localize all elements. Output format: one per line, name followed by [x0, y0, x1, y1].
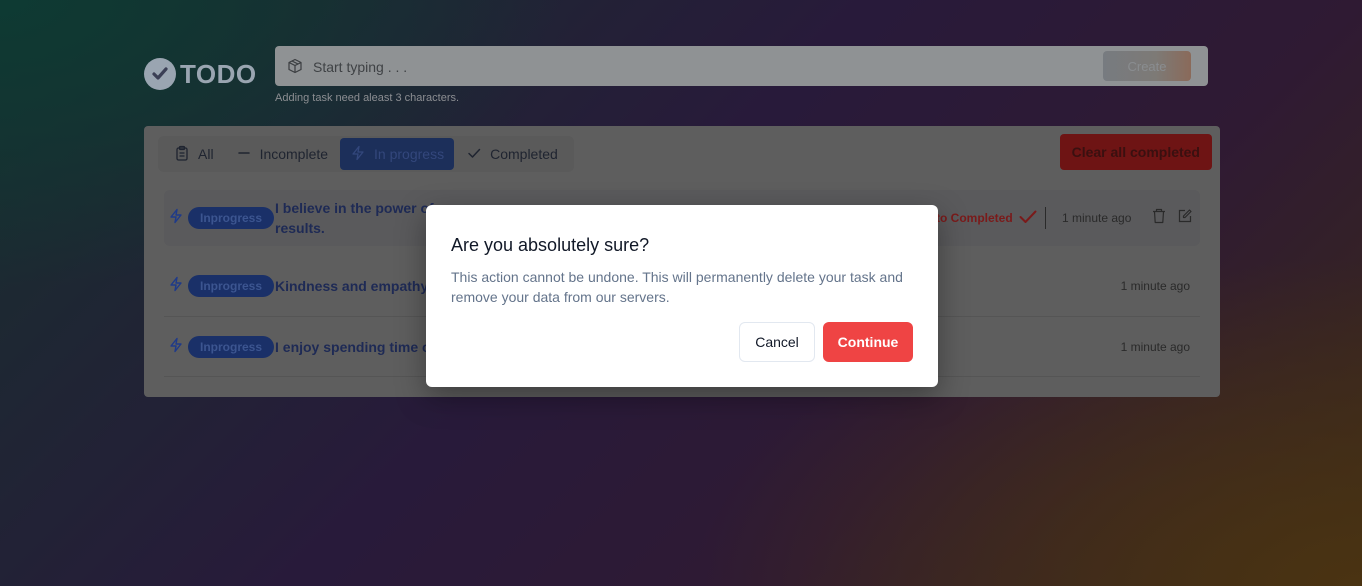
tab-in-progress[interactable]: In progress	[340, 138, 455, 170]
cancel-button[interactable]: Cancel	[739, 322, 815, 362]
dialog-description: This action cannot be undone. This will …	[451, 269, 903, 305]
task-time: 1 minute ago	[1120, 340, 1190, 354]
app-logo: TODO	[144, 58, 257, 90]
tab-label: In progress	[374, 146, 445, 162]
bolt-icon	[350, 145, 366, 164]
logo-text: TODO	[180, 58, 257, 89]
task-time: 1 minute ago	[1062, 211, 1132, 225]
task-text: I enjoy spending time o	[275, 339, 431, 355]
mark-completed-button[interactable]: to Completed	[936, 210, 1037, 227]
task-text: Kindness and empathy a	[275, 278, 440, 294]
task-text-line-2: results.	[275, 220, 325, 236]
mark-completed-label: to Completed	[936, 211, 1013, 225]
trash-icon[interactable]	[1152, 208, 1166, 229]
divider	[1045, 207, 1046, 229]
tab-all[interactable]: All	[164, 138, 224, 170]
task-time: 1 minute ago	[1120, 279, 1190, 293]
status-badge: Inprogress	[188, 275, 275, 297]
filter-tabs: All Incomplete In progress Completed	[158, 136, 574, 172]
check-icon	[466, 145, 482, 164]
add-task-bar: Create	[275, 46, 1208, 86]
input-hint: Adding task need aleast 3 characters.	[275, 92, 460, 104]
task-text-line-1: I believe in the power of	[275, 200, 434, 216]
minus-icon	[236, 145, 252, 164]
task-input[interactable]	[311, 56, 1095, 78]
package-icon	[287, 58, 303, 79]
continue-button[interactable]: Continue	[823, 322, 913, 362]
tab-label: All	[198, 146, 214, 162]
bolt-icon	[168, 337, 184, 358]
status-badge: Inprogress	[188, 336, 275, 358]
check-icon	[1019, 210, 1037, 227]
tab-label: Incomplete	[259, 146, 329, 162]
confirm-delete-dialog: Are you absolutely sure? This action can…	[426, 205, 938, 387]
tab-incomplete[interactable]: Incomplete	[226, 138, 338, 170]
create-button[interactable]: Create	[1103, 51, 1191, 81]
tab-completed[interactable]: Completed	[456, 138, 568, 170]
logo-check-icon	[144, 58, 176, 90]
dialog-title: Are you absolutely sure?	[451, 235, 650, 255]
bolt-icon	[168, 208, 184, 229]
bolt-icon	[168, 276, 184, 297]
clear-completed-button[interactable]: Clear all completed	[1059, 134, 1212, 170]
tab-label: Completed	[490, 146, 558, 162]
status-badge: Inprogress	[188, 207, 275, 229]
clipboard-icon	[174, 145, 190, 164]
edit-icon[interactable]	[1177, 208, 1193, 229]
